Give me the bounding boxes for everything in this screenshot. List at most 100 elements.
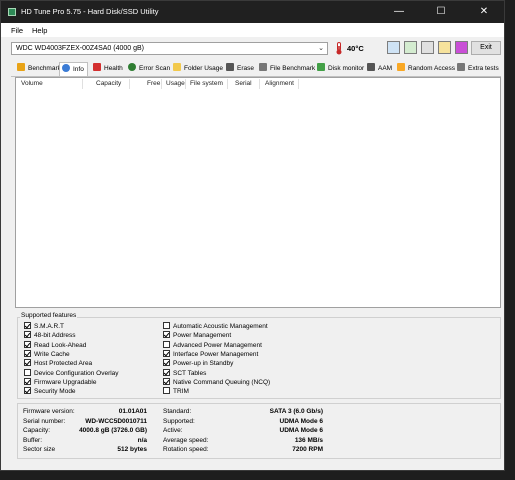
- tab-aam[interactable]: AAM: [367, 62, 392, 76]
- checkbox[interactable]: [24, 322, 31, 329]
- feature-label: Firmware Upgradable: [34, 378, 97, 386]
- random-access-icon: [397, 63, 405, 71]
- disk-monitor-icon: [317, 63, 325, 71]
- info-label: Standard:: [163, 408, 192, 415]
- feature-label: TRIM: [173, 388, 189, 396]
- feature-label: Security Mode: [34, 388, 76, 396]
- supported-mode-value: UDMA Mode 6: [279, 417, 323, 425]
- checkbox[interactable]: [163, 359, 170, 367]
- checkbox[interactable]: [163, 340, 170, 348]
- chevron-down-icon: ⌄: [318, 45, 324, 52]
- feature-firmware-upgradable[interactable]: Firmware Upgradable: [24, 377, 97, 386]
- supported-features-group: S.M.A.R.T 48-bit Address Read Look-Ahead…: [17, 317, 501, 399]
- checkbox[interactable]: [24, 331, 31, 339]
- checkbox[interactable]: [24, 377, 31, 385]
- tab-info[interactable]: Info: [59, 62, 88, 76]
- feature-label: Native Command Queuing (NCQ): [173, 378, 271, 386]
- checkbox[interactable]: [163, 387, 170, 395]
- drive-select[interactable]: WDC WD4003FZEX-00Z4SA0 (4000 gB) ⌄: [11, 42, 328, 55]
- tab-benchmark[interactable]: Benchmark: [17, 62, 61, 76]
- tab-label: Health: [104, 65, 123, 72]
- tab-disk-monitor[interactable]: Disk monitor: [317, 62, 364, 76]
- info-label: Firmware version:: [23, 408, 75, 415]
- tab-health[interactable]: Health: [93, 62, 123, 76]
- app-logo-icon: [8, 8, 16, 16]
- standard-value: SATA 3 (6.0 Gb/s): [269, 408, 323, 415]
- feature-label: S.M.A.R.T: [34, 323, 64, 330]
- checkbox[interactable]: [163, 349, 170, 357]
- tab-random-access[interactable]: Random Access: [397, 62, 455, 76]
- title-bar: HD Tune Pro 5.75 - Hard Disk/SSD Utility…: [1, 1, 504, 23]
- checkbox[interactable]: [24, 387, 31, 395]
- feature-label: Automatic Acoustic Management: [173, 323, 268, 330]
- column-separator: [161, 79, 162, 89]
- feature-sct-tables[interactable]: SCT Tables: [163, 368, 207, 377]
- checkbox[interactable]: [24, 349, 31, 357]
- column-header-volume[interactable]: Volume: [21, 80, 43, 87]
- tab-erase[interactable]: Erase: [226, 62, 254, 76]
- feature-label: 48-bit Address: [34, 332, 76, 340]
- checkbox[interactable]: [163, 377, 170, 385]
- checkbox[interactable]: [163, 322, 170, 329]
- app-window: HD Tune Pro 5.75 - Hard Disk/SSD Utility…: [0, 0, 505, 471]
- checkbox[interactable]: [24, 368, 31, 376]
- minimize-button[interactable]: —: [384, 1, 414, 23]
- column-header-serial[interactable]: Serial: [235, 80, 252, 87]
- rotation-speed-value: 7200 RPM: [292, 446, 323, 453]
- checkbox[interactable]: [163, 368, 170, 376]
- feature-write-cache[interactable]: Write Cache: [24, 349, 70, 358]
- feature-automatic-acoustic-management[interactable]: Automatic Acoustic Management: [163, 322, 268, 330]
- close-button[interactable]: ✕: [469, 1, 499, 23]
- info-label: Buffer:: [23, 436, 43, 444]
- tab-error-scan[interactable]: Error Scan: [128, 62, 170, 76]
- maximize-button[interactable]: ☐: [426, 1, 456, 23]
- column-separator: [227, 79, 228, 89]
- tab-label: Folder Usage: [184, 65, 224, 72]
- feature-smart[interactable]: S.M.A.R.T: [24, 322, 64, 330]
- buffer-value: n/a: [137, 436, 147, 444]
- tab-label: Random Access: [408, 65, 455, 72]
- feature-interface-power-management[interactable]: Interface Power Management: [163, 349, 258, 358]
- menu-help[interactable]: Help: [32, 26, 47, 35]
- feature-trim[interactable]: TRIM: [163, 387, 189, 395]
- column-separator: [82, 79, 83, 89]
- menu-file[interactable]: File: [11, 26, 23, 35]
- feature-power-management[interactable]: Power Management: [163, 331, 231, 339]
- tab-label: Erase: [237, 65, 254, 72]
- feature-power-up-in-standby[interactable]: Power-up in Standby: [163, 359, 233, 367]
- feature-ncq[interactable]: Native Command Queuing (NCQ): [163, 377, 271, 386]
- volume-list[interactable]: Volume Capacity Free Usage File system S…: [15, 77, 501, 308]
- options-icon[interactable]: [438, 41, 451, 54]
- feature-device-configuration-overlay[interactable]: Device Configuration Overlay: [24, 368, 119, 377]
- feature-48bit-address[interactable]: 48-bit Address: [24, 331, 76, 339]
- column-header-usage[interactable]: Usage: [166, 80, 185, 87]
- checkbox[interactable]: [163, 331, 170, 339]
- column-header-capacity[interactable]: Capacity: [96, 80, 121, 87]
- checkbox[interactable]: [24, 359, 31, 367]
- column-separator: [129, 79, 130, 89]
- feature-label: SCT Tables: [173, 369, 207, 377]
- capacity-value: 4000.8 gB (3726.0 GB): [79, 427, 147, 434]
- copy-all-icon[interactable]: [404, 41, 417, 54]
- window-title: HD Tune Pro 5.75 - Hard Disk/SSD Utility: [21, 7, 159, 16]
- feature-host-protected-area[interactable]: Host Protected Area: [24, 359, 92, 367]
- save-icon[interactable]: [455, 41, 468, 54]
- tab-extra-tests[interactable]: Extra tests: [457, 62, 499, 76]
- exit-button[interactable]: Exit: [471, 41, 501, 55]
- column-header-alignment[interactable]: Alignment: [265, 80, 294, 87]
- feature-advanced-power-management[interactable]: Advanced Power Management: [163, 340, 262, 349]
- feature-read-look-ahead[interactable]: Read Look-Ahead: [24, 340, 86, 349]
- column-header-file-system[interactable]: File system: [190, 80, 223, 87]
- info-icon: [62, 64, 70, 72]
- screenshot-icon[interactable]: [421, 41, 434, 54]
- toolbar: WDC WD4003FZEX-00Z4SA0 (4000 gB) ⌄ 40°C …: [1, 37, 504, 61]
- feature-security-mode[interactable]: Security Mode: [24, 387, 76, 395]
- column-header-free[interactable]: Free: [147, 80, 160, 87]
- active-mode-value: UDMA Mode 6: [279, 427, 323, 434]
- tab-label: Disk monitor: [328, 65, 365, 72]
- tab-folder-usage[interactable]: Folder Usage: [173, 62, 223, 76]
- tab-file-benchmark[interactable]: File Benchmark: [259, 62, 315, 76]
- checkbox[interactable]: [24, 340, 31, 348]
- copy-info-icon[interactable]: [387, 41, 400, 54]
- sector-size-value: 512 bytes: [117, 446, 147, 453]
